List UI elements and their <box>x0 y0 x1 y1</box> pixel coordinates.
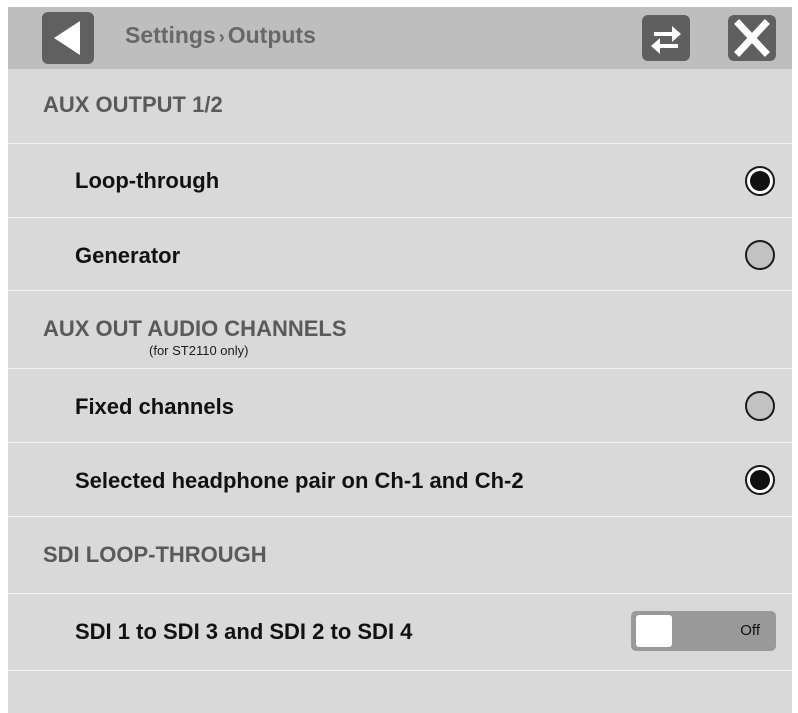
header-bar: Settings › Outputs <box>8 7 792 69</box>
breadcrumb-separator: › <box>218 27 225 47</box>
radio-selected[interactable] <box>745 465 775 495</box>
toggle-state: Off <box>740 622 760 639</box>
toggle-label: SDI 1 to SDI 3 and SDI 2 to SDI 4 <box>75 619 413 644</box>
radio-selected[interactable] <box>745 166 775 196</box>
radio-unselected[interactable] <box>745 391 775 421</box>
back-button[interactable] <box>42 12 94 64</box>
breadcrumb-current: Outputs <box>227 22 316 48</box>
option-label: Selected headphone pair on Ch-1 and Ch-2 <box>75 468 524 493</box>
section-header-aux-audio: AUX OUT AUDIO CHANNELS (for ST2110 only) <box>8 291 792 369</box>
option-label: Fixed channels <box>75 394 234 419</box>
section-title: SDI LOOP-THROUGH <box>43 542 267 567</box>
section-header-aux-output: AUX OUTPUT 1/2 <box>8 69 792 144</box>
toggle-row-sdi-loop: SDI 1 to SDI 3 and SDI 2 to SDI 4 Off <box>8 594 792 671</box>
option-label: Loop-through <box>75 168 220 193</box>
breadcrumb-parent: Settings <box>125 22 216 48</box>
swap-arrows-icon <box>651 26 681 54</box>
settings-screen: Settings › Outputs AUX OUTPUT 1/2 Loop-thr… <box>8 7 792 713</box>
option-row-fixed-channels[interactable]: Fixed channels <box>8 369 792 443</box>
section-header-sdi-loop: SDI LOOP-THROUGH <box>8 517 792 594</box>
section-subtitle: (for ST2110 only) <box>149 343 249 358</box>
swap-button[interactable] <box>642 15 690 61</box>
close-button[interactable] <box>728 15 776 61</box>
radio-unselected[interactable] <box>745 240 775 270</box>
radio-dot-icon <box>750 470 770 490</box>
option-row-generator[interactable]: Generator <box>8 218 792 291</box>
option-row-headphone-pair[interactable]: Selected headphone pair on Ch-1 and Ch-2 <box>8 443 792 517</box>
back-triangle-icon <box>54 21 80 55</box>
breadcrumb: Settings › Outputs <box>125 7 316 69</box>
option-row-loop-through[interactable]: Loop-through <box>8 144 792 218</box>
sdi-loop-toggle[interactable]: Off <box>631 611 776 651</box>
section-title: AUX OUTPUT 1/2 <box>43 92 223 117</box>
radio-dot-icon <box>750 171 770 191</box>
close-x-icon <box>734 19 770 57</box>
section-title: AUX OUT AUDIO CHANNELS <box>43 316 347 341</box>
toggle-knob[interactable] <box>636 615 672 647</box>
option-label: Generator <box>75 243 181 268</box>
